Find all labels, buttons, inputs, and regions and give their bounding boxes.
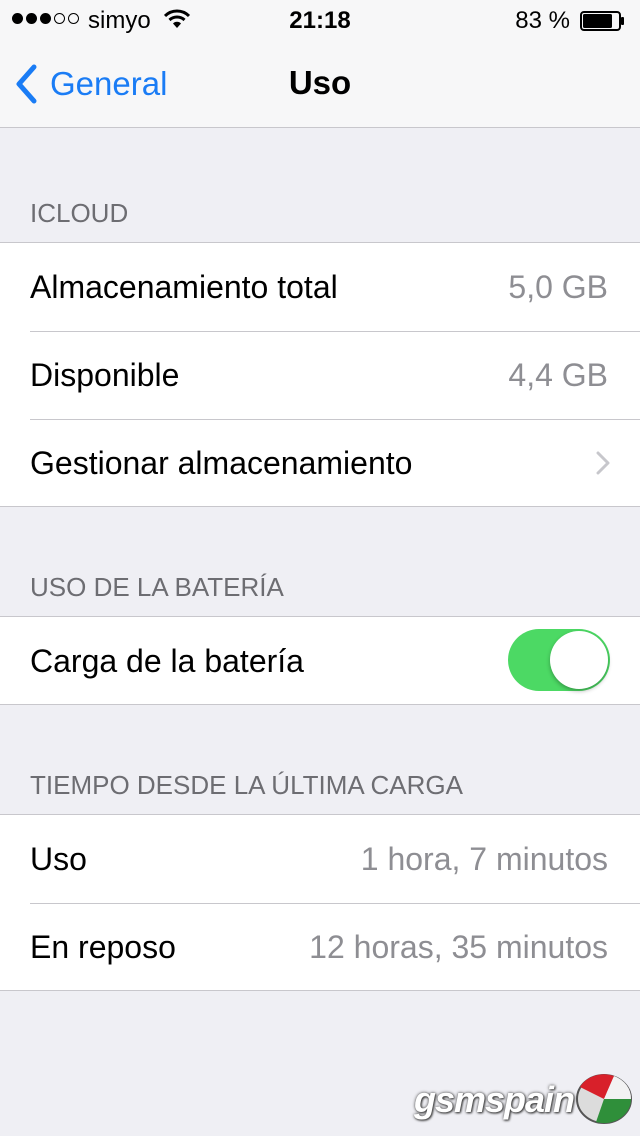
standby-value: 12 horas, 35 minutos [309, 929, 608, 965]
manage-storage-row[interactable]: Gestionar almacenamiento [0, 419, 640, 507]
available-storage-value: 4,4 GB [508, 357, 608, 393]
standby-label: En reposo [30, 929, 176, 965]
total-storage-label: Almacenamiento total [30, 269, 338, 305]
status-bar: simyo 21:18 83 % [0, 0, 640, 40]
watermark-text: gsmspain [413, 1078, 575, 1120]
battery-percentage-row: Carga de la batería [0, 617, 640, 705]
usage-label: Uso [30, 841, 87, 877]
standby-row: En reposo 12 horas, 35 minutos [0, 903, 640, 991]
manage-storage-label: Gestionar almacenamiento [30, 445, 413, 481]
page-title: Uso [288, 64, 352, 101]
available-storage-label: Disponible [30, 357, 180, 393]
total-storage-value: 5,0 GB [508, 269, 608, 305]
icloud-group: Almacenamiento total 5,0 GB Disponible 4… [0, 242, 640, 507]
usage-value: 1 hora, 7 minutos [360, 841, 608, 877]
battery-percentage-label: Carga de la batería [30, 643, 304, 679]
battery-icon [580, 10, 624, 31]
battery-percentage: 83 % [515, 7, 570, 34]
since-last-charge-group: Uso 1 hora, 7 minutos En reposo 12 horas… [0, 814, 640, 991]
section-header-battery-usage: USO DE LA BATERÍA [30, 572, 284, 602]
section-header-icloud: ICLOUD [30, 198, 129, 228]
available-storage-row: Disponible 4,4 GB [0, 331, 640, 419]
toggle-knob [550, 631, 608, 689]
section-header-since-last-charge: TIEMPO DESDE LA ÚLTIMA CARGA [30, 770, 463, 800]
battery-percentage-toggle[interactable] [508, 629, 610, 691]
watermark: gsmspain [414, 1069, 634, 1130]
total-storage-row: Almacenamiento total 5,0 GB [0, 243, 640, 331]
watermark-logo-icon [574, 1069, 634, 1130]
chevron-right-icon [596, 451, 610, 480]
battery-usage-group: Carga de la batería [0, 616, 640, 705]
usage-row: Uso 1 hora, 7 minutos [0, 815, 640, 903]
navigation-bar: General Uso [0, 40, 640, 128]
